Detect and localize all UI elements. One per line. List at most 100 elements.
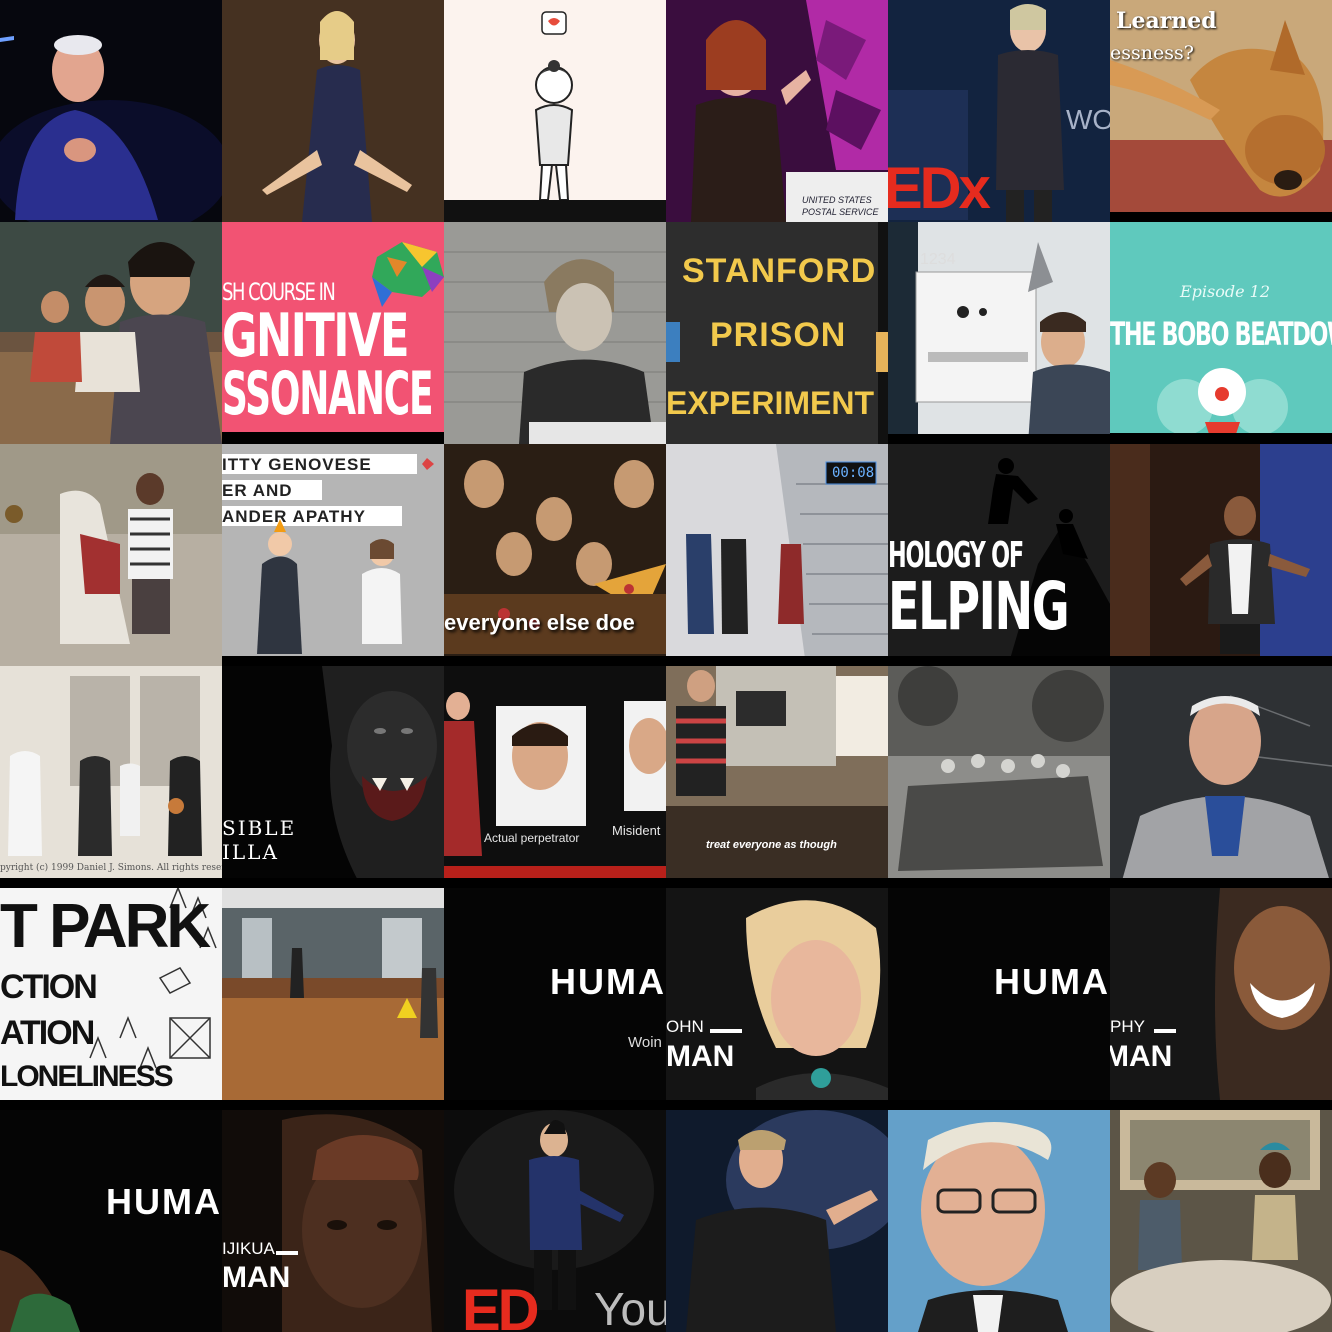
thumbnail-milgram-experiment[interactable]: 1234 <box>888 222 1110 444</box>
station-photo <box>222 888 444 1110</box>
painting-photo <box>1110 1110 1332 1332</box>
title-line-2: GNITIVE <box>222 301 410 371</box>
thumbnail-dutch-painting-pizza[interactable]: everyone else doe <box>444 444 666 666</box>
subject-name: OHN <box>666 1017 704 1036</box>
tedx-logo: EDx <box>888 156 991 221</box>
event-logo-fragment: You <box>594 1283 666 1332</box>
title-line-1: ITTY GENOVESE <box>222 455 372 474</box>
thumbnail-human-series-elder-man[interactable]: IJIKUA MAN <box>222 1110 444 1332</box>
thumbnail-bobo-doll-child[interactable] <box>0 444 222 666</box>
thumbnail-cognitive-dissonance[interactable]: SH COURSE IN GNITIVE SSONANCE <box>222 222 444 444</box>
speaker-photo <box>1110 444 1332 666</box>
title-line-2: ILLA <box>222 840 279 864</box>
vintage-photo <box>888 666 1110 888</box>
thumbnail-bobo-beatdown[interactable]: Episode 12 THE BOBO BEATDOWN <box>1110 222 1332 444</box>
thumbnail-robbers-cave-bw[interactable] <box>888 666 1110 888</box>
thumbnail-kitty-genovese[interactable]: ITTY GENOVESE ER AND ANDER APATHY <box>222 444 444 666</box>
title-line-2: ER AND <box>222 481 293 500</box>
thumbnail-stanford-prison-experiment[interactable]: STANFORD PRISON EXPERIMENT <box>666 222 888 444</box>
title-line-3: ANDER APATHY <box>222 507 366 526</box>
thumbnail-human-series-laughing-woman[interactable]: PHY MAN <box>1110 888 1332 1110</box>
series-title: HUMA <box>106 1181 222 1222</box>
speaker-photo <box>222 0 444 222</box>
title-line-2: CTION <box>0 968 98 1006</box>
thumbnail-human-series-2[interactable]: HUMA <box>888 888 1110 1110</box>
thumbnail-two-women-painting[interactable] <box>1110 1110 1332 1332</box>
caption-text: everyone else doe <box>444 610 635 635</box>
thumbnail-escalator-experiment[interactable]: 00:08 <box>666 444 888 666</box>
thumbnail-speaker-glasses-closeup[interactable] <box>888 1110 1110 1332</box>
thumbnail-elder-speaker-chalkboard[interactable] <box>1110 666 1332 888</box>
speaker-photo <box>888 1110 1110 1332</box>
speaker-photo <box>666 1110 888 1332</box>
title-line-3: ATION <box>0 1014 95 1052</box>
title-underline <box>710 1029 742 1033</box>
title-line-4: LONELINESS <box>0 1060 174 1093</box>
copyright-text: pyright (c) 1999 Daniel J. Simons. All r… <box>0 863 222 873</box>
thumbnail-speaker-blue-stage[interactable] <box>0 0 222 222</box>
sign-text-1: UNITED STATES <box>802 195 872 205</box>
thumbnail-vintage-woman-bw[interactable] <box>444 222 666 444</box>
classroom-photo <box>666 666 888 888</box>
title-line-2: ELPING <box>888 568 1070 645</box>
illustration <box>222 444 444 666</box>
thumbnail-illustrated-woman[interactable] <box>444 0 666 222</box>
series-title: HUMA <box>550 961 666 1002</box>
thumbnail-speaker-navy-dress[interactable] <box>222 0 444 222</box>
portrait-photo <box>666 888 888 1110</box>
title-line-1: Learned <box>1116 8 1217 34</box>
title-line-1: STANFORD <box>682 252 877 290</box>
vintage-photo <box>444 222 666 444</box>
title-line-2: PRISON <box>710 316 847 354</box>
episode-title: THE BOBO BEATDOWN <box>1110 315 1332 353</box>
thumbnail-psychology-of-helping[interactable]: HOLOGY OF ELPING <box>888 444 1110 666</box>
speaker-photo <box>0 0 222 222</box>
thumbnail-eyewitness-ted-talk[interactable]: Actual perpetrator Misident <box>444 666 666 888</box>
thumbnail-tedx-speaker[interactable]: EDx WO <box>888 0 1110 222</box>
illustration <box>444 0 666 222</box>
thumbnail-classroom-experiment[interactable]: treat everyone as though <box>666 666 888 888</box>
series-title: HUMA <box>994 961 1110 1002</box>
thumbnail-invisible-gorilla[interactable]: SIBLE ILLA <box>222 666 444 888</box>
series-title: MAN <box>222 1261 291 1294</box>
thumbnail-harlow-park-illustration[interactable]: T PARK CTION ATION LONELINESS <box>0 888 222 1110</box>
thumbnail-selective-attention-test[interactable]: pyright (c) 1999 Daniel J. Simons. All r… <box>0 666 222 888</box>
title-line-3: SSONANCE <box>222 359 434 429</box>
thumbnail-human-series-elder-woman[interactable]: OHN MAN <box>666 888 888 1110</box>
thumbnail-learned-helplessness-dog[interactable]: Learned essness? <box>1110 0 1332 222</box>
episode-label: Episode 12 <box>1180 282 1271 301</box>
portrait-photo <box>1110 888 1332 1110</box>
series-title: MAN <box>1110 1040 1173 1073</box>
portrait-photo <box>222 1110 444 1332</box>
subject-name: Woin <box>628 1034 662 1051</box>
title-underline <box>276 1251 298 1255</box>
subject-name: PHY <box>1110 1017 1145 1036</box>
thumbnail-human-series-3[interactable]: HUMA <box>0 1110 222 1332</box>
video-frame <box>0 666 222 888</box>
slide-label-1: Actual perpetrator <box>484 831 580 845</box>
subject-name: IJIKUA <box>222 1239 275 1258</box>
thumbnail-classroom-students[interactable] <box>0 222 222 444</box>
title-line-1: SIBLE <box>222 816 297 840</box>
subtitle-text: treat everyone as though <box>706 839 837 851</box>
counter-label: 1234 <box>920 251 956 268</box>
title-line-1: T PARK <box>0 892 211 961</box>
sign-text-2: POSTAL SERVICE <box>802 207 879 217</box>
title-line-2: essness? <box>1110 42 1194 64</box>
thumbnail-tedx-youth-speaker[interactable]: ED You <box>444 1110 666 1332</box>
ted-stage-photo <box>444 666 666 888</box>
thumbnail-human-series-1[interactable]: HUMA Woin <box>444 888 666 1110</box>
event-logo-fragment: WO <box>1066 104 1110 135</box>
speaker-photo <box>1110 666 1332 888</box>
video-thumbnail-grid: UNITED STATES POSTAL SERVICE EDx WO Lear… <box>0 0 1332 1332</box>
thumbnail-speaker-vest[interactable] <box>1110 444 1332 666</box>
thumbnail-speaker-dark-stage[interactable] <box>666 1110 888 1332</box>
thumbnail-speaker-purple-stage[interactable]: UNITED STATES POSTAL SERVICE <box>666 0 888 222</box>
ted-logo: ED <box>462 1278 540 1332</box>
title-line-3: EXPERIMENT <box>666 385 875 421</box>
timer-readout: 00:08 <box>832 465 875 481</box>
slide-label-2: Misident <box>612 823 661 838</box>
thumbnail-subway-station[interactable] <box>222 888 444 1110</box>
title-underline <box>1154 1029 1176 1033</box>
classroom-photo <box>0 222 222 444</box>
